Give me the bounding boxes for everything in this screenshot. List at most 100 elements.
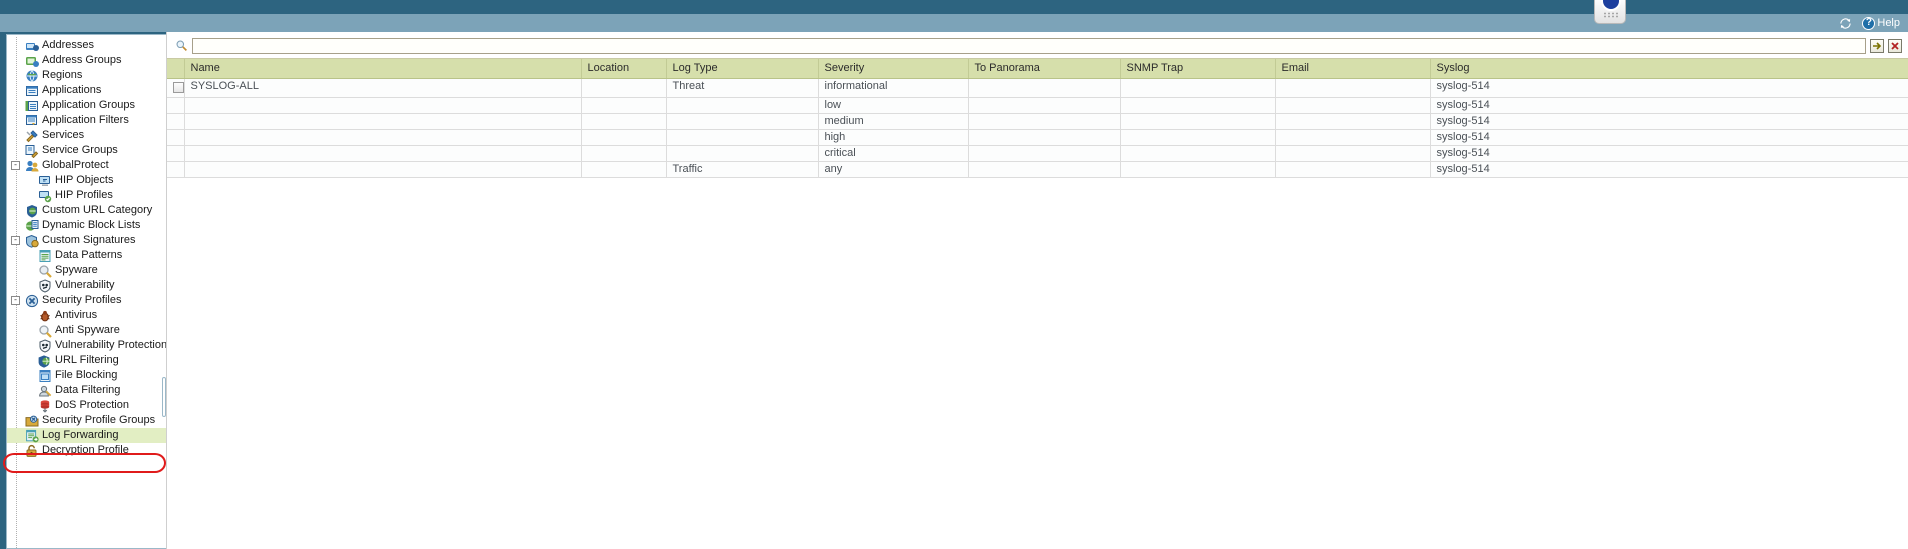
column-header-name[interactable]: Name bbox=[184, 59, 582, 79]
sidebar-item-label: Dynamic Block Lists bbox=[42, 219, 141, 231]
security-profiles-icon bbox=[25, 294, 39, 308]
sidebar-item-hip-profiles[interactable]: HIP Profiles bbox=[7, 188, 166, 203]
select-all-header[interactable] bbox=[167, 59, 185, 79]
sidebar-item-regions[interactable]: Regions bbox=[7, 68, 166, 83]
help-label: Help bbox=[1877, 17, 1900, 29]
sidebar-item-vulnerability[interactable]: Vulnerability bbox=[7, 278, 166, 293]
sidebar-item-service-groups[interactable]: Service Groups bbox=[7, 143, 166, 158]
row-checkbox-cell[interactable] bbox=[167, 145, 185, 162]
cell-name bbox=[184, 129, 582, 146]
row-checkbox[interactable] bbox=[173, 81, 184, 93]
column-header-log-type[interactable]: Log Type bbox=[666, 59, 819, 79]
clear-filter-button[interactable] bbox=[1888, 38, 1902, 53]
apply-filter-button[interactable] bbox=[1870, 38, 1884, 53]
sidebar-item-data-patterns[interactable]: Data Patterns bbox=[7, 248, 166, 263]
sidebar-item-anti-spyware[interactable]: Anti Spyware bbox=[7, 323, 166, 338]
sidebar-item-address-groups[interactable]: Address Groups bbox=[7, 53, 166, 68]
search-input[interactable] bbox=[192, 37, 1866, 54]
table-row[interactable]: Traffic any syslog-514 bbox=[167, 161, 1908, 178]
sidebar-tree[interactable]: Addresses Address Groups Regions Applicatio… bbox=[6, 34, 166, 549]
tree-collapse-toggle-icon[interactable]: - bbox=[11, 296, 20, 305]
cell-to-panorama bbox=[968, 113, 1121, 130]
sidebar-item-label: HIP Profiles bbox=[55, 189, 113, 201]
cell-location bbox=[581, 161, 667, 178]
cell-to-panorama bbox=[968, 161, 1121, 178]
sidebar-item-label: Custom URL Category bbox=[42, 204, 153, 216]
sidebar-item-dos-protection[interactable]: DoS Protection bbox=[7, 398, 166, 413]
sidebar-item-label: Spyware bbox=[55, 264, 98, 276]
sidebar-item-security-profiles[interactable]: - Security Profiles bbox=[7, 293, 166, 308]
cell-log-type bbox=[666, 129, 819, 146]
sidebar-item-globalprotect[interactable]: - GlobalProtect bbox=[7, 158, 166, 173]
sidebar-item-services[interactable]: Services bbox=[7, 128, 166, 143]
data-filtering-icon bbox=[38, 384, 52, 398]
cell-to-panorama bbox=[968, 78, 1121, 98]
sidebar-item-application-filters[interactable]: Application Filters bbox=[7, 113, 166, 128]
row-checkbox-cell[interactable] bbox=[167, 78, 185, 98]
cell-email bbox=[1275, 145, 1431, 162]
cell-snmp-trap bbox=[1120, 97, 1276, 114]
row-checkbox-cell[interactable] bbox=[167, 113, 185, 130]
cell-snmp-trap bbox=[1120, 161, 1276, 178]
sidebar-item-label: Address Groups bbox=[42, 54, 122, 66]
sidebar-item-label: Data Filtering bbox=[55, 384, 121, 396]
row-checkbox-cell[interactable] bbox=[167, 161, 185, 178]
sidebar-item-label: Data Patterns bbox=[55, 249, 123, 261]
sidebar-item-file-blocking[interactable]: File Blocking bbox=[7, 368, 166, 383]
tab-handle-grip-icon bbox=[1603, 12, 1619, 18]
column-header-snmp-trap[interactable]: SNMP Trap bbox=[1120, 59, 1276, 79]
application-window: ? Help Addresses Address Groups Regions App… bbox=[0, 0, 1908, 549]
sidebar-item-log-forwarding[interactable]: Log Forwarding bbox=[7, 428, 166, 443]
vulnerability-shield-icon bbox=[38, 278, 52, 293]
sidebar-item-security-profile-groups[interactable]: Security Profile Groups bbox=[7, 413, 166, 428]
cell-name: SYSLOG-ALL bbox=[184, 78, 582, 98]
sidebar-item-data-filtering[interactable]: Data Filtering bbox=[7, 383, 166, 398]
help-question-icon: ? bbox=[1862, 16, 1876, 30]
cell-name bbox=[184, 161, 582, 178]
application-groups-icon bbox=[25, 99, 39, 113]
sidebar-item-vulnerability-protection[interactable]: Vulnerability Protection bbox=[7, 338, 166, 353]
sidebar-item-application-groups[interactable]: Application Groups bbox=[7, 98, 166, 113]
sidebar-item-custom-signatures[interactable]: - Custom Signatures bbox=[7, 233, 166, 248]
decryption-profile-icon bbox=[25, 444, 39, 458]
sidebar-item-hip-objects[interactable]: HIP Objects bbox=[7, 173, 166, 188]
sidebar-item-dynamic-block-lists[interactable]: Dynamic Block Lists bbox=[7, 218, 166, 233]
row-checkbox-cell[interactable] bbox=[167, 129, 185, 146]
table-row[interactable]: critical syslog-514 bbox=[167, 145, 1908, 162]
table-row[interactable]: low syslog-514 bbox=[167, 97, 1908, 114]
search-magnifier-icon[interactable] bbox=[175, 39, 188, 52]
tree-collapse-toggle-icon[interactable]: - bbox=[11, 161, 20, 170]
custom-url-category-icon bbox=[25, 204, 39, 218]
help-link[interactable]: ? Help bbox=[1862, 16, 1900, 30]
sidebar-item-decryption-profile[interactable]: Decryption Profile bbox=[7, 443, 166, 458]
column-header-severity[interactable]: Severity bbox=[818, 59, 969, 79]
refresh-icon[interactable] bbox=[1839, 17, 1852, 30]
sidebar-item-label: GlobalProtect bbox=[42, 159, 109, 171]
sidebar-item-addresses[interactable]: Addresses bbox=[7, 38, 166, 53]
sidebar-item-spyware[interactable]: Spyware bbox=[7, 263, 166, 278]
table-header-row: Name Location Log Type Severity To Panor… bbox=[167, 59, 1908, 79]
sidebar-item-custom-url-category[interactable]: Custom URL Category bbox=[7, 203, 166, 218]
cell-to-panorama bbox=[968, 145, 1121, 162]
address-groups-icon bbox=[25, 54, 39, 68]
cell-location bbox=[581, 78, 667, 98]
row-checkbox-cell[interactable] bbox=[167, 97, 185, 114]
sidebar-item-applications[interactable]: Applications bbox=[7, 83, 166, 98]
cell-severity: medium bbox=[818, 113, 969, 130]
tree-collapse-toggle-icon[interactable]: - bbox=[11, 236, 20, 245]
column-header-to-panorama[interactable]: To Panorama bbox=[968, 59, 1121, 79]
table-row[interactable]: SYSLOG-ALL Threat informational syslog-514 bbox=[167, 78, 1908, 98]
column-header-email[interactable]: Email bbox=[1275, 59, 1431, 79]
column-header-syslog[interactable]: Syslog bbox=[1430, 59, 1908, 79]
table-row[interactable]: medium syslog-514 bbox=[167, 113, 1908, 130]
search-bar bbox=[167, 32, 1908, 56]
sidebar-item-url-filtering[interactable]: URL Filtering bbox=[7, 353, 166, 368]
sidebar-item-label: Service Groups bbox=[42, 144, 118, 156]
column-header-location[interactable]: Location bbox=[581, 59, 667, 79]
tab-handle-icon[interactable] bbox=[1594, 0, 1626, 24]
sidebar-item-antivirus[interactable]: Antivirus bbox=[7, 308, 166, 323]
anti-spyware-icon bbox=[38, 324, 52, 338]
sidebar-item-label: Security Profile Groups bbox=[42, 414, 156, 426]
table-row[interactable]: high syslog-514 bbox=[167, 129, 1908, 146]
cell-email bbox=[1275, 97, 1431, 114]
